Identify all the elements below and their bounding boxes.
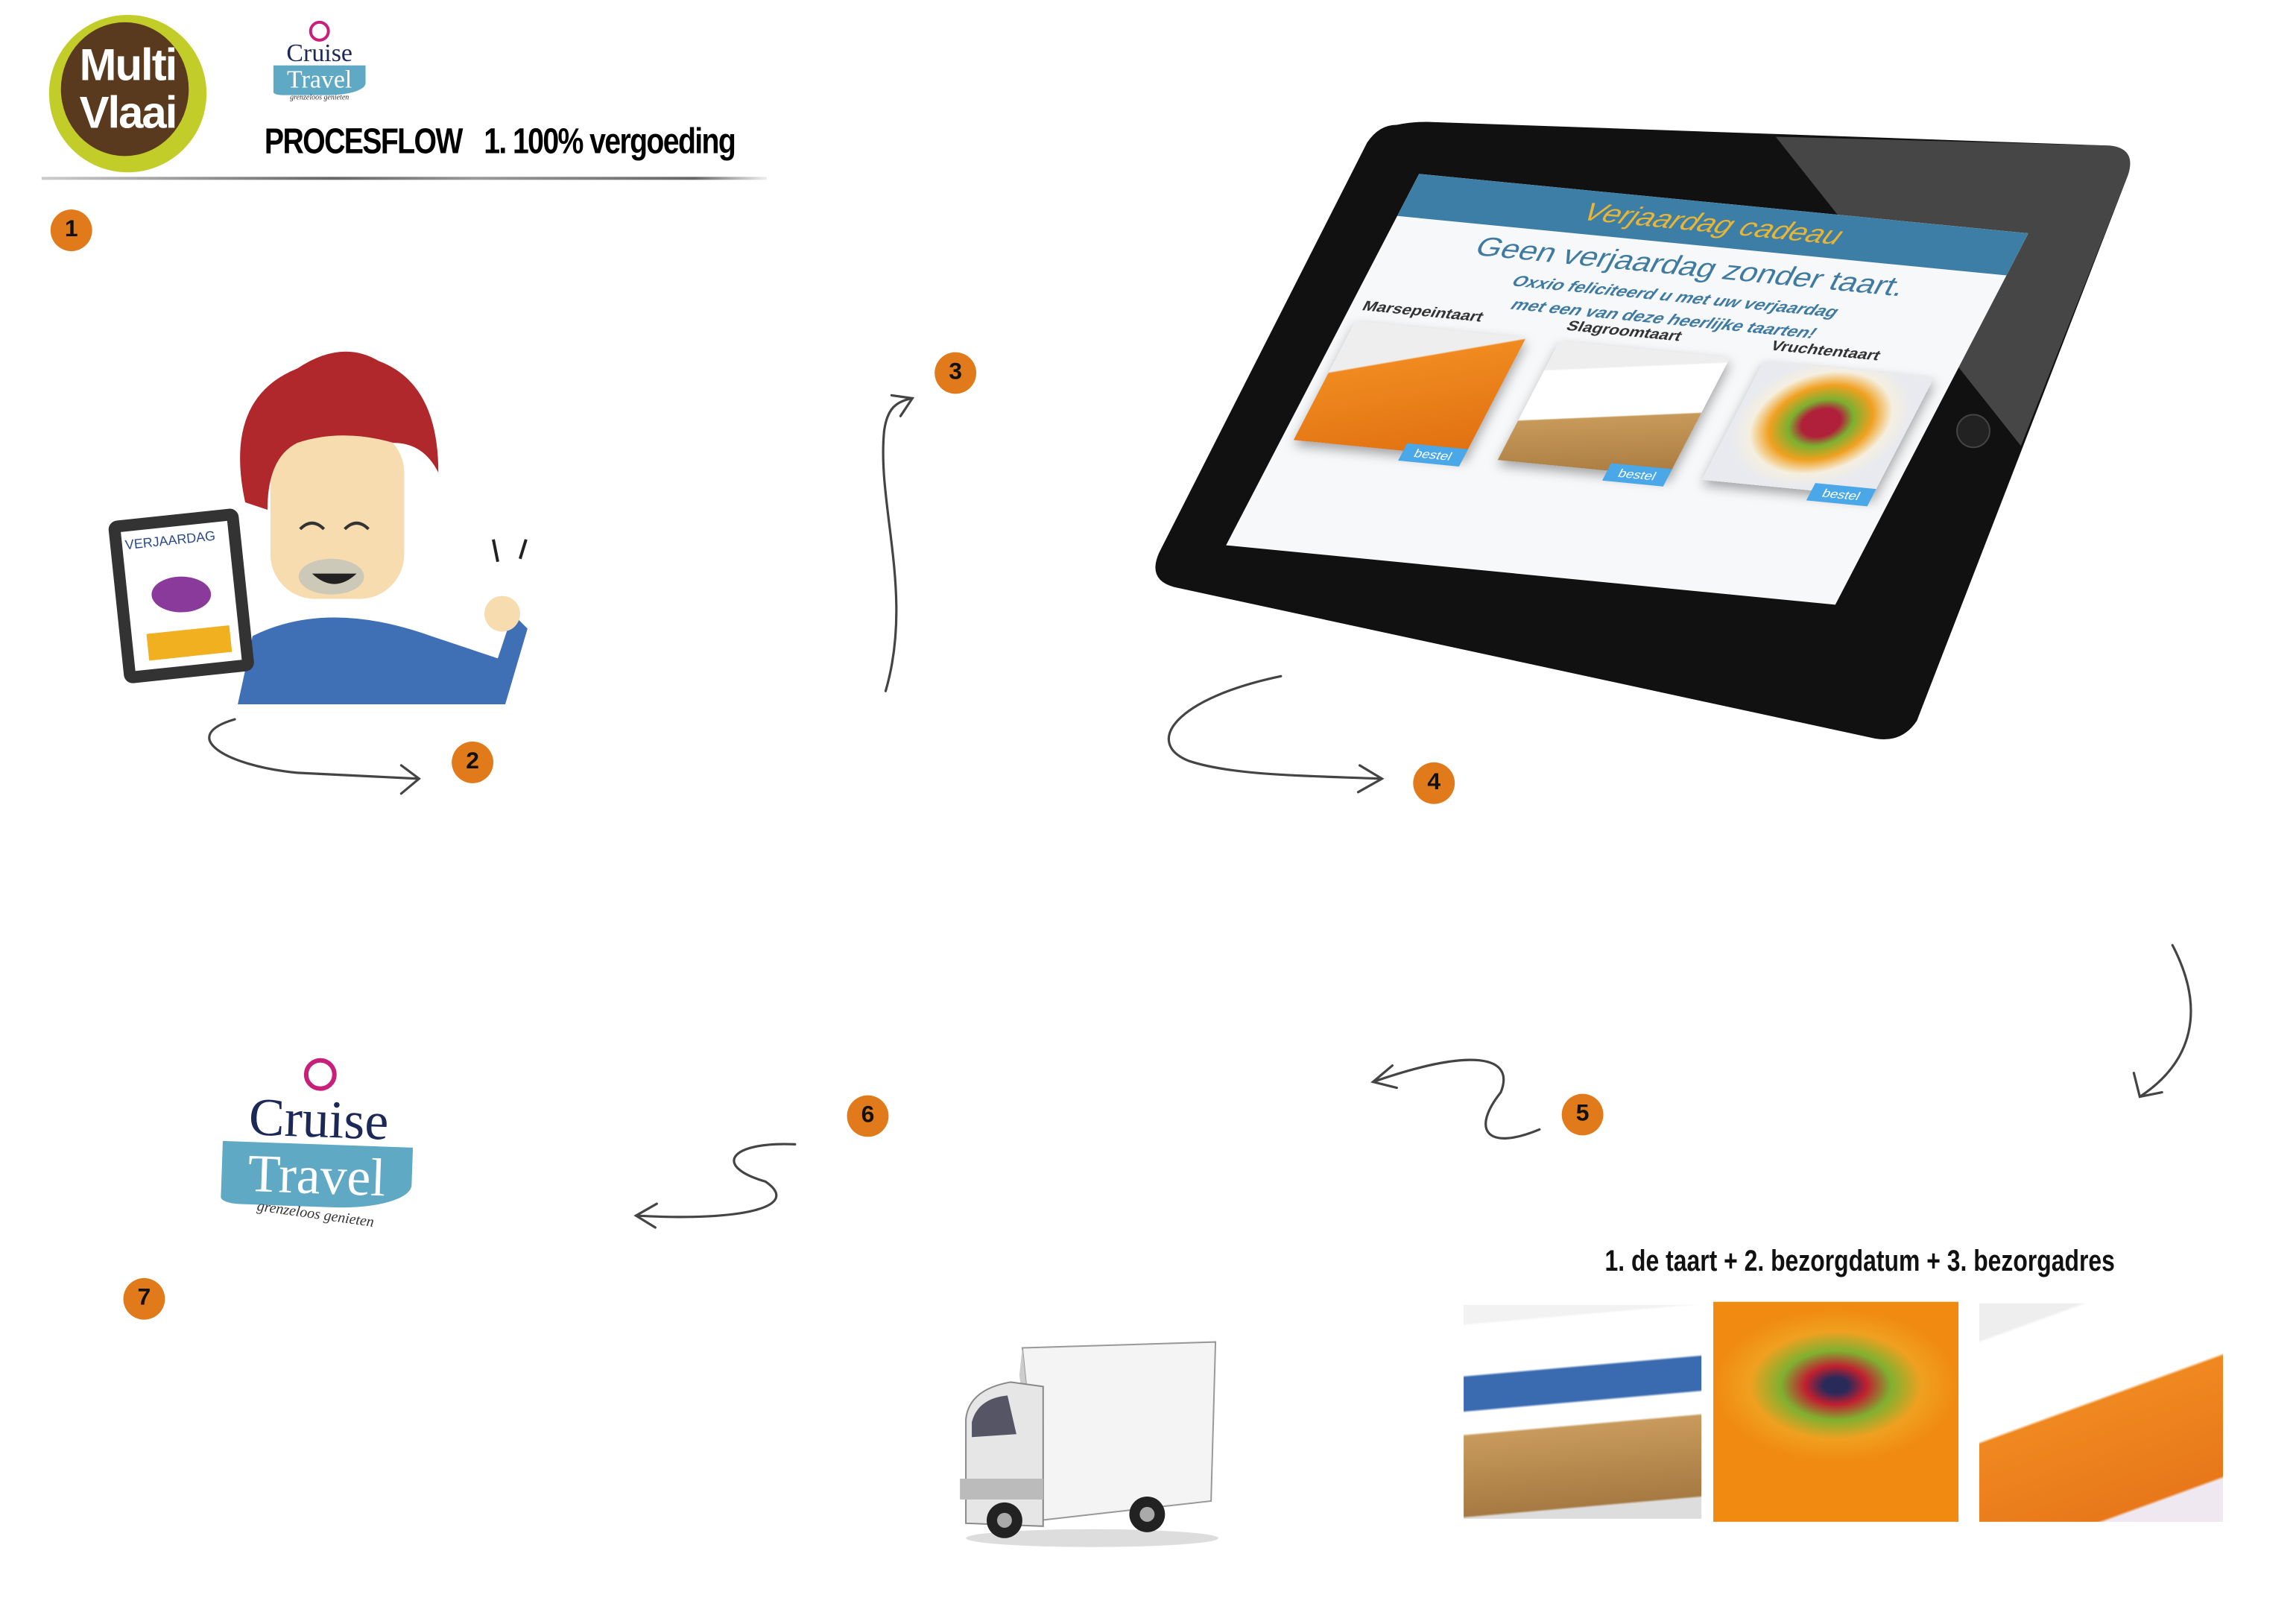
- cake-image: bestel: [1701, 361, 1935, 507]
- procesflow-diagram: Multi Vlaai Cruise Travel grenzeloos gen…: [0, 0, 2296, 1624]
- slagroomtaart-photo: [1464, 1304, 1702, 1519]
- delivery-truck-illustration: [960, 1341, 1219, 1547]
- home-button: [1956, 414, 1990, 449]
- bestel-button[interactable]: bestel: [1601, 463, 1672, 487]
- logo-text: Cruise: [247, 1087, 390, 1151]
- sun-icon: [303, 1058, 338, 1092]
- cake-image: bestel: [1497, 341, 1730, 487]
- cruise-travel-logo-large: Cruise Travel grenzeloos genieten: [220, 1055, 416, 1231]
- order-caption: 1. de taart + 2. bezorgdatum + 3. bezorg…: [1604, 1245, 2115, 1278]
- marsepeintaart-photo: [1979, 1303, 2224, 1522]
- bestel-button[interactable]: bestel: [1398, 443, 1468, 467]
- product-card[interactable]: Slagroomtaart bestel: [1497, 319, 1742, 487]
- vruchtentaart-photo: [1713, 1301, 1959, 1522]
- bestel-button[interactable]: bestel: [1806, 483, 1876, 507]
